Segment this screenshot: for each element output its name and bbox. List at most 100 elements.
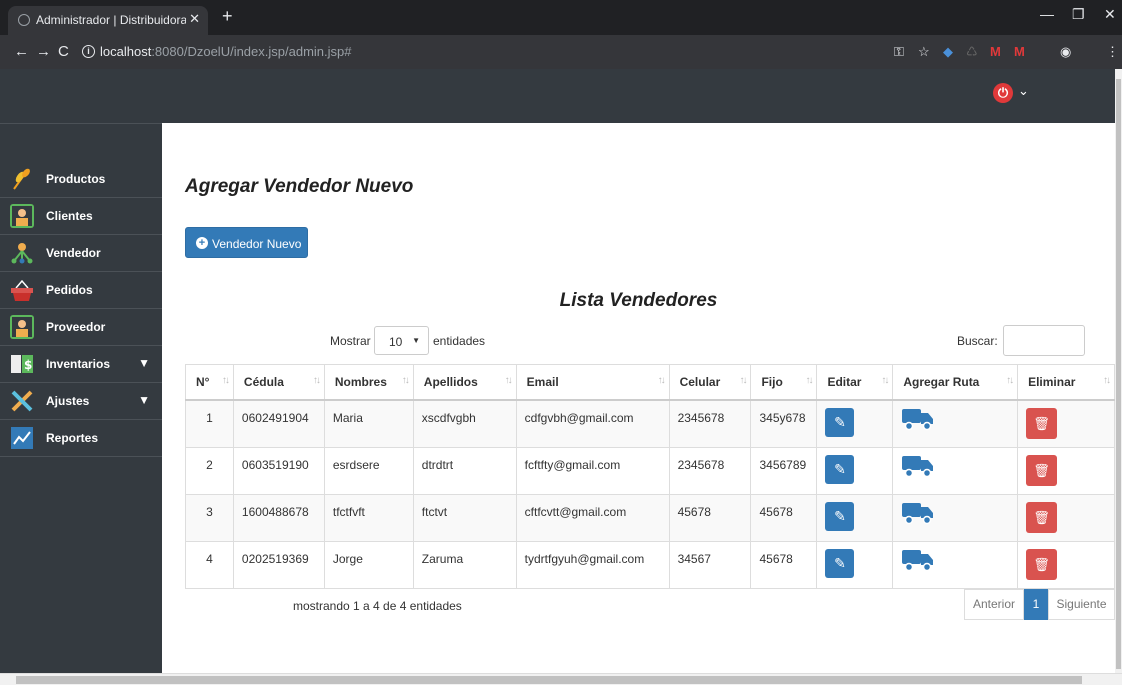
extension-m-icon[interactable]: M [990,44,1001,59]
chevron-down-icon[interactable]: ▼ [138,356,150,370]
col-email[interactable]: Email ↑↓ [515,364,670,401]
table-header-row: N° ↑↓ Cédula ↑↓ Nombres ↑↓ Apellidos ↑↓ Emai… [185,364,1115,401]
close-tab-icon[interactable]: ✕ [189,11,200,27]
browser-tab-bar: Administrador | Distribuidora ZO ✕ + — ❐… [0,0,1122,35]
col-eliminar[interactable]: Eliminar ↑↓ [1017,364,1115,401]
globe-icon [18,14,30,26]
chevron-down-icon[interactable]: ⌄ [1018,83,1029,99]
vertical-scrollbar[interactable] [1115,69,1122,673]
plus-circle-icon: + [196,237,208,249]
entities-label: entidades [433,334,486,348]
window-close-icon[interactable]: ✕ [1104,6,1116,23]
main-content: Agregar Vendedor Nuevo + Vendedor Nuevo … [162,123,1115,673]
sort-icon: ↑↓ [657,375,666,386]
sort-icon: ↑↓ [881,375,889,386]
sort-icon: ↑↓ [805,375,813,386]
truck-icon[interactable] [901,407,935,431]
sort-icon: ↑↓ [312,375,321,386]
address-bar: ← → C i localhost:8080/DzoelU/index.jsp/… [0,35,1122,69]
minimize-icon[interactable]: — [1040,6,1054,22]
trash-icon[interactable]: 🗑 [1026,501,1058,533]
col-agregar-ruta[interactable]: Agregar Ruta ↑↓ [892,364,1019,401]
sidebar-item-ajustes[interactable]: Ajustes ▼ [0,383,162,420]
col-n[interactable]: N° ↑↓ [185,364,234,401]
reload-icon[interactable]: C [58,43,69,60]
search-label: Buscar: [957,334,998,348]
truck-icon[interactable] [901,501,935,525]
browser-tab[interactable]: Administrador | Distribuidora ZO ✕ [8,6,208,35]
sort-icon: ↑↓ [1103,375,1111,386]
extension-recycle-icon[interactable]: ♺ [966,44,978,60]
list-title: Lista Vendedores [559,290,718,311]
extension-cube-icon[interactable]: ◆ [943,44,953,60]
wheat-icon [13,168,30,190]
sort-icon: ↑↓ [401,375,410,386]
basket-icon [11,279,33,301]
back-icon[interactable]: ← [14,43,29,60]
key-icon[interactable]: ⚿ [894,44,904,60]
forward-icon[interactable]: → [36,43,51,60]
new-seller-button[interactable]: + Vendedor Nuevo [185,227,308,258]
col-apellidos[interactable]: Apellidos ↑↓ [412,364,517,401]
col-nombres[interactable]: Nombres ↑↓ [323,364,414,401]
sidebar-item-pedidos[interactable]: Pedidos [0,272,162,309]
dropdown-arrow-icon: ▼ [412,336,420,345]
col-fijo[interactable]: Fijo ↑↓ [750,364,818,401]
page-1-button[interactable]: 1 [1024,589,1048,620]
sidebar-item-proveedor[interactable]: Proveedor [0,309,162,346]
page-title: Agregar Vendedor Nuevo [185,176,414,197]
col-celular[interactable]: Celular ↑↓ [668,364,752,401]
star-icon[interactable]: ☆ [918,44,930,60]
sidebar-item-clientes[interactable]: Clientes [0,198,162,235]
sort-icon: ↑↓ [221,375,230,386]
trash-icon[interactable]: 🗑 [1026,407,1058,439]
show-label: Mostrar [330,334,371,348]
table-row: 2 0603519190 esrdsere dtrdtrt fcftfty@gm… [185,446,1115,495]
next-page-button[interactable]: Siguiente [1048,589,1115,620]
profile-avatar-icon[interactable]: ◉ [1060,44,1071,60]
sidebar-item-vendedor[interactable]: Vendedor [0,235,162,272]
sidebar-item-inventarios[interactable]: $ Inventarios ▼ [0,346,162,383]
edit-pencil-icon[interactable]: ✎ [825,407,855,437]
search-input[interactable] [1003,325,1085,356]
truck-icon[interactable] [901,548,935,572]
tab-title: Administrador | Distribuidora ZO [36,13,186,27]
trash-icon[interactable]: 🗑 [1026,454,1058,486]
inventory-icon: $ [11,355,33,373]
col-editar[interactable]: Editar ↑↓ [816,364,894,401]
entries-select[interactable]: 10 ▼ [374,326,429,355]
sidebar-item-productos[interactable]: Productos [0,161,162,198]
info-icon[interactable]: i [82,45,95,58]
chevron-down-icon[interactable]: ▼ [138,393,150,407]
seller-network-icon [11,243,33,264]
client-icon [10,204,34,228]
edit-pencil-icon[interactable]: ✎ [825,501,855,531]
edit-pencil-icon[interactable]: ✎ [825,454,855,484]
new-tab-icon[interactable]: + [222,6,233,27]
sort-icon: ↑↓ [1006,375,1014,386]
sidebar-item-reportes[interactable]: Reportes [0,420,162,457]
sidebar: Productos Clientes Vendedor Pedidos Prov… [0,123,162,673]
trash-icon[interactable]: 🗑 [1026,548,1058,580]
sort-icon: ↑↓ [739,375,747,386]
col-cedula[interactable]: Cédula ↑↓ [232,364,325,401]
supplier-icon [10,315,34,339]
app-header: ⏻ ⌄ [0,69,1115,123]
table-row: 3 1600488678 tfctfvft ftctvt cftfcvtt@gm… [185,493,1115,542]
table-info: mostrando 1 a 4 de 4 entidades [293,599,462,613]
power-icon[interactable]: ⏻ [993,83,1013,103]
restore-icon[interactable]: ❐ [1072,6,1085,23]
extension-m2-icon[interactable]: M [1014,44,1025,59]
sort-icon: ↑↓ [504,375,513,386]
menu-dots-icon[interactable]: ⋮ [1106,44,1119,60]
table-row: 1 0602491904 Maria xscdfvgbh cdfgvbh@gma… [185,399,1115,448]
prev-page-button[interactable]: Anterior [964,589,1024,620]
sellers-table: N° ↑↓ Cédula ↑↓ Nombres ↑↓ Apellidos ↑↓ Emai… [185,364,1115,589]
horizontal-scrollbar[interactable] [0,673,1122,685]
url-field[interactable]: localhost:8080/DzoelU/index.jsp/admin.js… [100,44,351,59]
chart-icon [11,427,33,449]
table-row: 4 0202519369 Jorge Zaruma tydrtfgyuh@gma… [185,540,1115,589]
tools-icon [11,390,33,412]
edit-pencil-icon[interactable]: ✎ [825,548,855,578]
truck-icon[interactable] [901,454,935,478]
